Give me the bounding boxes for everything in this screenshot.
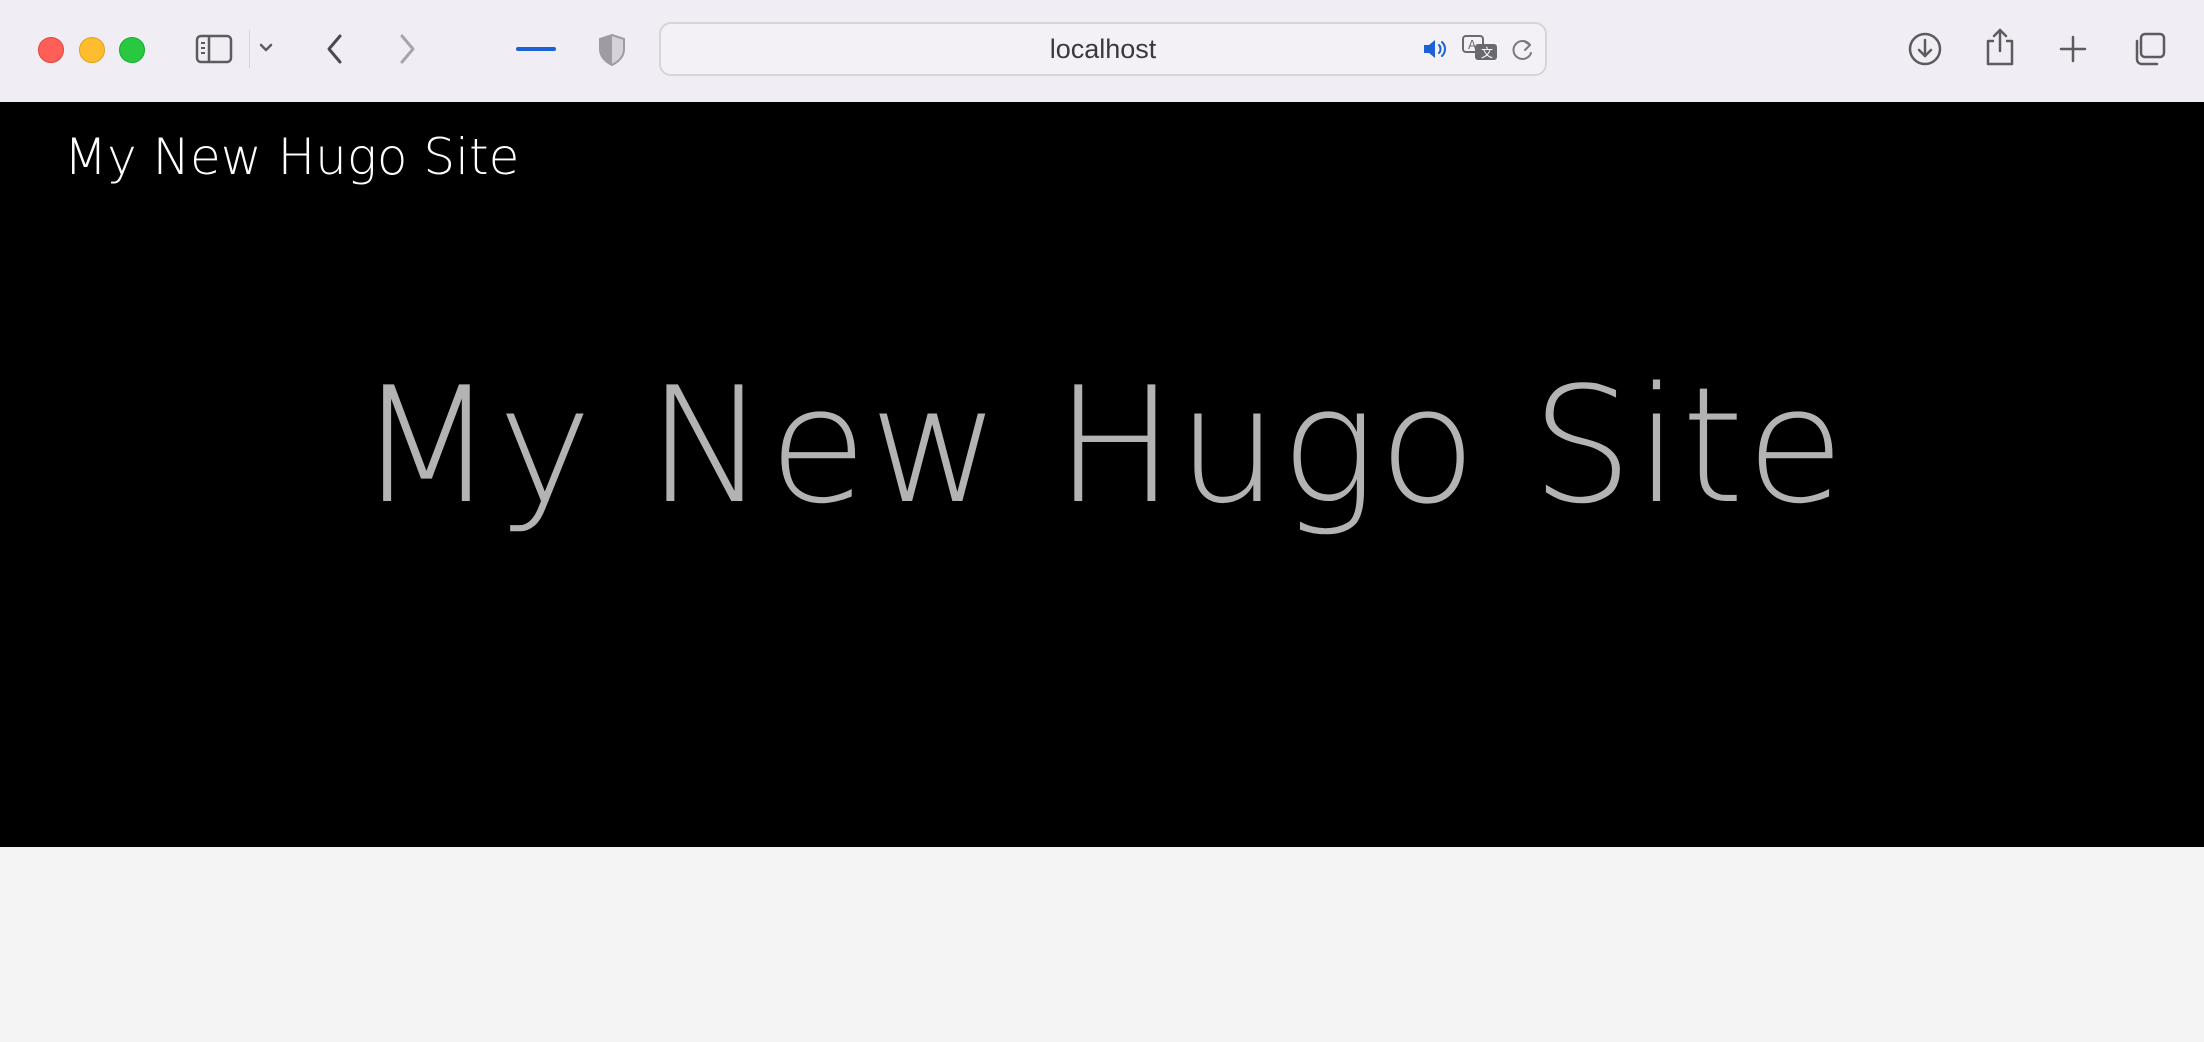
zoom-window-button[interactable] [119,37,145,63]
page-body [0,847,2204,1042]
download-icon[interactable] [1906,30,1944,68]
close-window-button[interactable] [38,37,64,63]
plus-icon[interactable] [2056,32,2090,66]
chevron-right-icon[interactable] [392,30,422,68]
reload-icon[interactable] [1509,36,1537,64]
speaker-icon[interactable] [1421,36,1451,62]
shield-icon[interactable] [596,32,628,68]
site-brand-link[interactable]: My New Hugo Site [64,128,519,186]
toolbar-divider [249,30,250,68]
sidebar-icon[interactable] [194,32,234,66]
minimize-window-button[interactable] [79,37,105,63]
browser-window: localhost A 文 My New Hugo Site My New Hu… [0,0,2204,1042]
hero-section: My New Hugo Site My New Hugo Site [0,102,2204,847]
tab-indicator-icon[interactable] [516,44,556,54]
translate-icon[interactable]: A 文 [1461,34,1499,64]
hero-title: My New Hugo Site [357,352,1847,539]
chevron-left-icon[interactable] [320,30,350,68]
chevron-down-icon[interactable] [256,38,276,58]
share-icon[interactable] [1982,26,2018,68]
browser-toolbar: localhost A 文 [0,0,2204,103]
tabs-icon[interactable] [2130,30,2168,68]
address-bar[interactable]: localhost A 文 [659,22,1547,76]
address-text[interactable]: localhost [661,24,1545,74]
svg-text:文: 文 [1481,45,1493,60]
